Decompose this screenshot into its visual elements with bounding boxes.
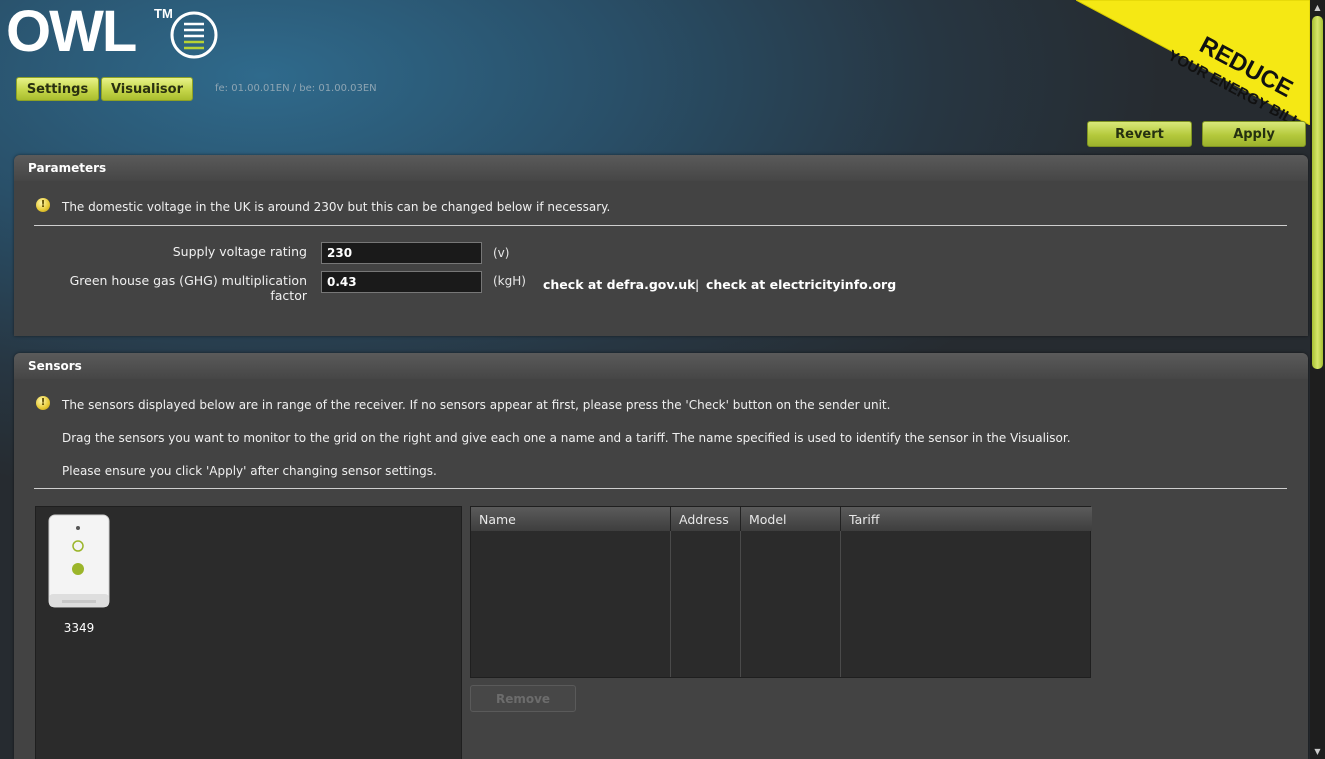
scroll-down-icon[interactable]: ▼ <box>1310 744 1325 759</box>
vertical-scrollbar[interactable]: ▲ ▼ <box>1310 0 1325 759</box>
column-header-name[interactable]: Name <box>471 507 671 531</box>
revert-button[interactable]: Revert <box>1087 121 1192 147</box>
ghg-factor-input[interactable] <box>321 271 482 293</box>
remove-button[interactable]: Remove <box>470 685 576 712</box>
sensors-title: Sensors <box>14 353 1308 379</box>
reduce-energy-banner: REDUCE YOUR ENERGY BILL <box>1076 0 1310 125</box>
logo-text: OWL <box>6 0 137 64</box>
scroll-up-icon[interactable]: ▲ <box>1310 0 1325 15</box>
grid-column <box>671 531 741 677</box>
sensor-id-label: 3349 <box>63 621 95 635</box>
sensors-info-line: The sensors displayed below are in range… <box>62 398 891 412</box>
owl-badge-icon <box>170 11 218 59</box>
settings-button[interactable]: Settings <box>16 77 99 101</box>
info-icon: ! <box>36 198 50 212</box>
sensors-panel: Sensors ! The sensors displayed below ar… <box>14 353 1308 759</box>
column-header-model[interactable]: Model <box>741 507 841 531</box>
sensor-grid[interactable]: Name Address Model Tariff <box>470 506 1092 678</box>
visualisor-button[interactable]: Visualisor <box>101 77 193 101</box>
scrollbar-thumb[interactable] <box>1312 16 1323 369</box>
parameters-panel: Parameters ! The domestic voltage in the… <box>14 155 1308 336</box>
parameters-info-text: The domestic voltage in the UK is around… <box>62 200 611 214</box>
version-info: fe: 01.00.01EN / be: 01.00.03EN <box>215 83 377 94</box>
owl-logo: OWL TM <box>6 0 226 66</box>
apply-button[interactable]: Apply <box>1202 121 1306 147</box>
supply-voltage-input[interactable] <box>321 242 482 264</box>
grid-column <box>741 531 841 677</box>
supply-voltage-unit: (v) <box>493 246 510 260</box>
column-header-tariff[interactable]: Tariff <box>841 507 1092 531</box>
divider <box>34 225 1287 226</box>
divider <box>34 488 1287 489</box>
info-icon: ! <box>36 396 50 410</box>
parameters-title: Parameters <box>14 155 1308 181</box>
supply-voltage-label: Supply voltage rating <box>172 244 307 259</box>
sensors-info-line: Please ensure you click 'Apply' after ch… <box>62 464 437 478</box>
ghg-factor-unit: (kgH) <box>493 274 526 288</box>
link-separator: | <box>695 277 700 292</box>
available-sensors-area[interactable]: 3349 <box>35 506 462 759</box>
sensor-device-icon[interactable] <box>48 514 110 608</box>
electricityinfo-link[interactable]: check at electricityinfo.org <box>706 277 896 292</box>
grid-column <box>471 531 671 677</box>
ghg-factor-label: Green house gas (GHG) multiplication fac… <box>69 273 307 303</box>
column-header-address[interactable]: Address <box>671 507 741 531</box>
sensors-info-line: Drag the sensors you want to monitor to … <box>62 431 1071 445</box>
defra-link[interactable]: check at defra.gov.uk <box>543 277 695 292</box>
